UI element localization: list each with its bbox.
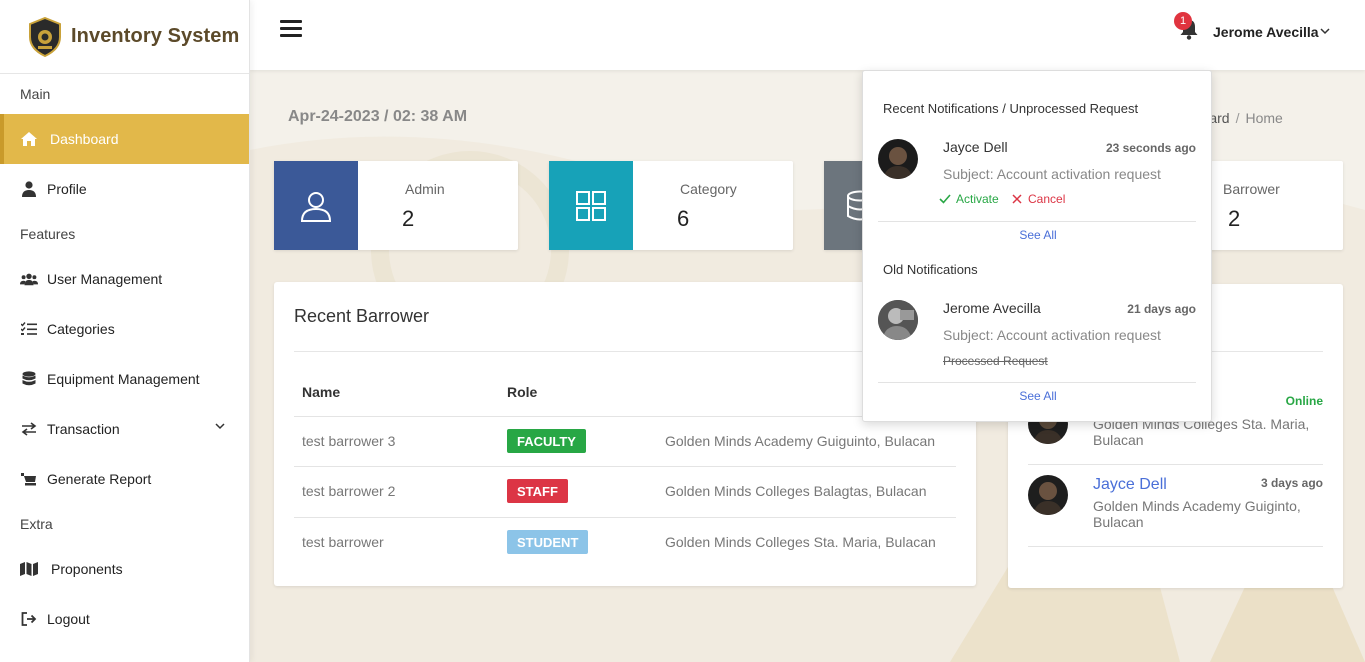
notification-subject: Subject: Account activation request <box>943 327 1161 343</box>
database-icon <box>20 370 38 388</box>
cancel-label: Cancel <box>1028 192 1066 206</box>
chevron-down-icon[interactable] <box>215 423 225 430</box>
sidebar-item-label: User Management <box>47 271 163 287</box>
role-badge: FACULTY <box>507 429 586 453</box>
close-icon <box>1012 194 1022 204</box>
user-name-link[interactable]: Jayce Dell <box>1093 476 1167 494</box>
logo-shield-icon <box>29 16 61 57</box>
home-icon <box>20 130 38 148</box>
stat-label: Category <box>680 181 737 197</box>
column-header-role: Role <box>507 384 538 400</box>
avatar <box>878 139 918 179</box>
sidebar-item-label: Equipment Management <box>47 371 200 387</box>
chevron-down-icon[interactable] <box>1320 28 1330 35</box>
card-title: Recent Barrower <box>294 306 430 326</box>
stat-value: 2 <box>402 206 415 231</box>
sidebar-item-proponents[interactable]: Proponents <box>0 544 249 594</box>
sidebar-item-transaction[interactable]: Transaction <box>0 404 249 454</box>
sidebar: Inventory System Main Dashboard Profile … <box>0 0 250 662</box>
stat-tile <box>274 161 358 250</box>
grid-icon <box>576 190 606 221</box>
avatar <box>878 300 918 340</box>
sidebar-item-label: Profile <box>47 181 87 197</box>
nav-section-main: Main <box>20 86 51 102</box>
activate-button[interactable]: Activate <box>939 192 999 206</box>
sidebar-item-label: Logout <box>47 611 90 627</box>
stat-label: Barrower <box>1223 181 1280 197</box>
old-notifications-heading: Old Notifications <box>883 262 978 277</box>
barrower-name: test barrower 2 <box>302 483 396 499</box>
sidebar-item-dashboard[interactable]: Dashboard <box>0 114 249 164</box>
notification-sender: Jerome Avecilla <box>943 300 1041 316</box>
sidebar-item-label: Dashboard <box>50 131 119 147</box>
divider <box>878 382 1196 383</box>
user-icon <box>20 180 38 198</box>
divider <box>878 221 1196 222</box>
column-header-name: Name <box>302 384 341 400</box>
role-badge: STUDENT <box>507 530 589 554</box>
logout-icon <box>20 610 38 628</box>
stat-value: 6 <box>677 206 690 231</box>
table-row[interactable]: test barrower 2 STAFF Golden Minds Colle… <box>294 466 956 517</box>
stat-card-category[interactable]: Category 6 <box>549 161 793 250</box>
stat-label: Admin <box>405 181 445 197</box>
activate-label: Activate <box>956 192 999 206</box>
nav-section-features: Features <box>20 226 76 242</box>
sidebar-item-logout[interactable]: Logout <box>0 594 249 644</box>
brand[interactable]: Inventory System <box>0 0 249 74</box>
notification-subject: Subject: Account activation request <box>943 166 1161 182</box>
see-all-old-link[interactable]: See All <box>863 389 1213 403</box>
barrower-address: Golden Minds Colleges Balagtas, Bulacan <box>665 483 927 499</box>
table-row[interactable]: test barrower STUDENT Golden Minds Colle… <box>294 517 956 568</box>
sidebar-item-profile[interactable]: Profile <box>0 164 249 214</box>
top-header: 1 Jerome Avecilla <box>250 0 1365 70</box>
role-badge: STAFF <box>507 479 568 503</box>
menu-toggle-icon[interactable] <box>280 20 302 38</box>
notifications-dropdown: Recent Notifications / Unprocessed Reque… <box>862 70 1212 422</box>
user-menu-name[interactable]: Jerome Avecilla <box>1213 24 1319 40</box>
list-check-icon <box>20 320 38 338</box>
sidebar-item-label: Proponents <box>51 561 123 577</box>
avatar <box>1028 475 1068 515</box>
current-datetime: Apr-24-2023 / 02: 38 AM <box>288 108 468 125</box>
divider <box>1028 546 1323 547</box>
sidebar-item-generate-report[interactable]: Generate Report <box>0 454 249 504</box>
users-icon <box>20 270 38 288</box>
cancel-button[interactable]: Cancel <box>1012 192 1065 206</box>
processed-status: Processed Request <box>943 354 1048 368</box>
notification-time: 23 seconds ago <box>1105 141 1196 155</box>
last-seen: 3 days ago <box>1260 476 1323 490</box>
check-icon <box>939 194 951 204</box>
exchange-icon <box>20 420 38 438</box>
recent-notifications-heading: Recent Notifications / Unprocessed Reque… <box>883 101 1139 116</box>
divider <box>1028 464 1323 465</box>
breadcrumb-current: Home <box>1245 110 1283 126</box>
stat-tile <box>549 161 633 250</box>
sidebar-item-label: Generate Report <box>47 471 152 487</box>
barrower-name: test barrower 3 <box>302 433 396 449</box>
online-status: Online <box>1285 394 1323 408</box>
nav-section-extra: Extra <box>20 516 53 532</box>
barrower-address: Golden Minds Academy Guiguinto, Bulacan <box>665 433 936 449</box>
user-outline-icon <box>300 191 332 222</box>
sidebar-item-label: Transaction <box>47 421 120 437</box>
see-all-recent-link[interactable]: See All <box>863 228 1213 242</box>
sidebar-item-categories[interactable]: Categories <box>0 304 249 354</box>
barrower-name: test barrower <box>302 534 384 550</box>
map-icon <box>20 560 38 578</box>
notification-time: 21 days ago <box>1127 302 1196 316</box>
sidebar-item-label: Categories <box>47 321 115 337</box>
table-row[interactable]: test barrower 3 FACULTY Golden Minds Aca… <box>294 416 956 467</box>
barrower-address: Golden Minds Colleges Sta. Maria, Bulaca… <box>665 534 936 550</box>
notification-count-badge: 1 <box>1174 12 1192 30</box>
notification-sender: Jayce Dell <box>943 139 1008 155</box>
sidebar-item-user-management[interactable]: User Management <box>0 254 249 304</box>
divider <box>294 351 956 352</box>
sidebar-item-equipment-management[interactable]: Equipment Management <box>0 354 249 404</box>
report-icon <box>20 470 38 488</box>
stat-card-admin[interactable]: Admin 2 <box>274 161 518 250</box>
user-address: Golden Minds Academy Guiginto, Bulacan <box>1093 498 1301 530</box>
brand-title: Inventory System <box>71 25 240 47</box>
stat-value: 2 <box>1228 206 1241 231</box>
